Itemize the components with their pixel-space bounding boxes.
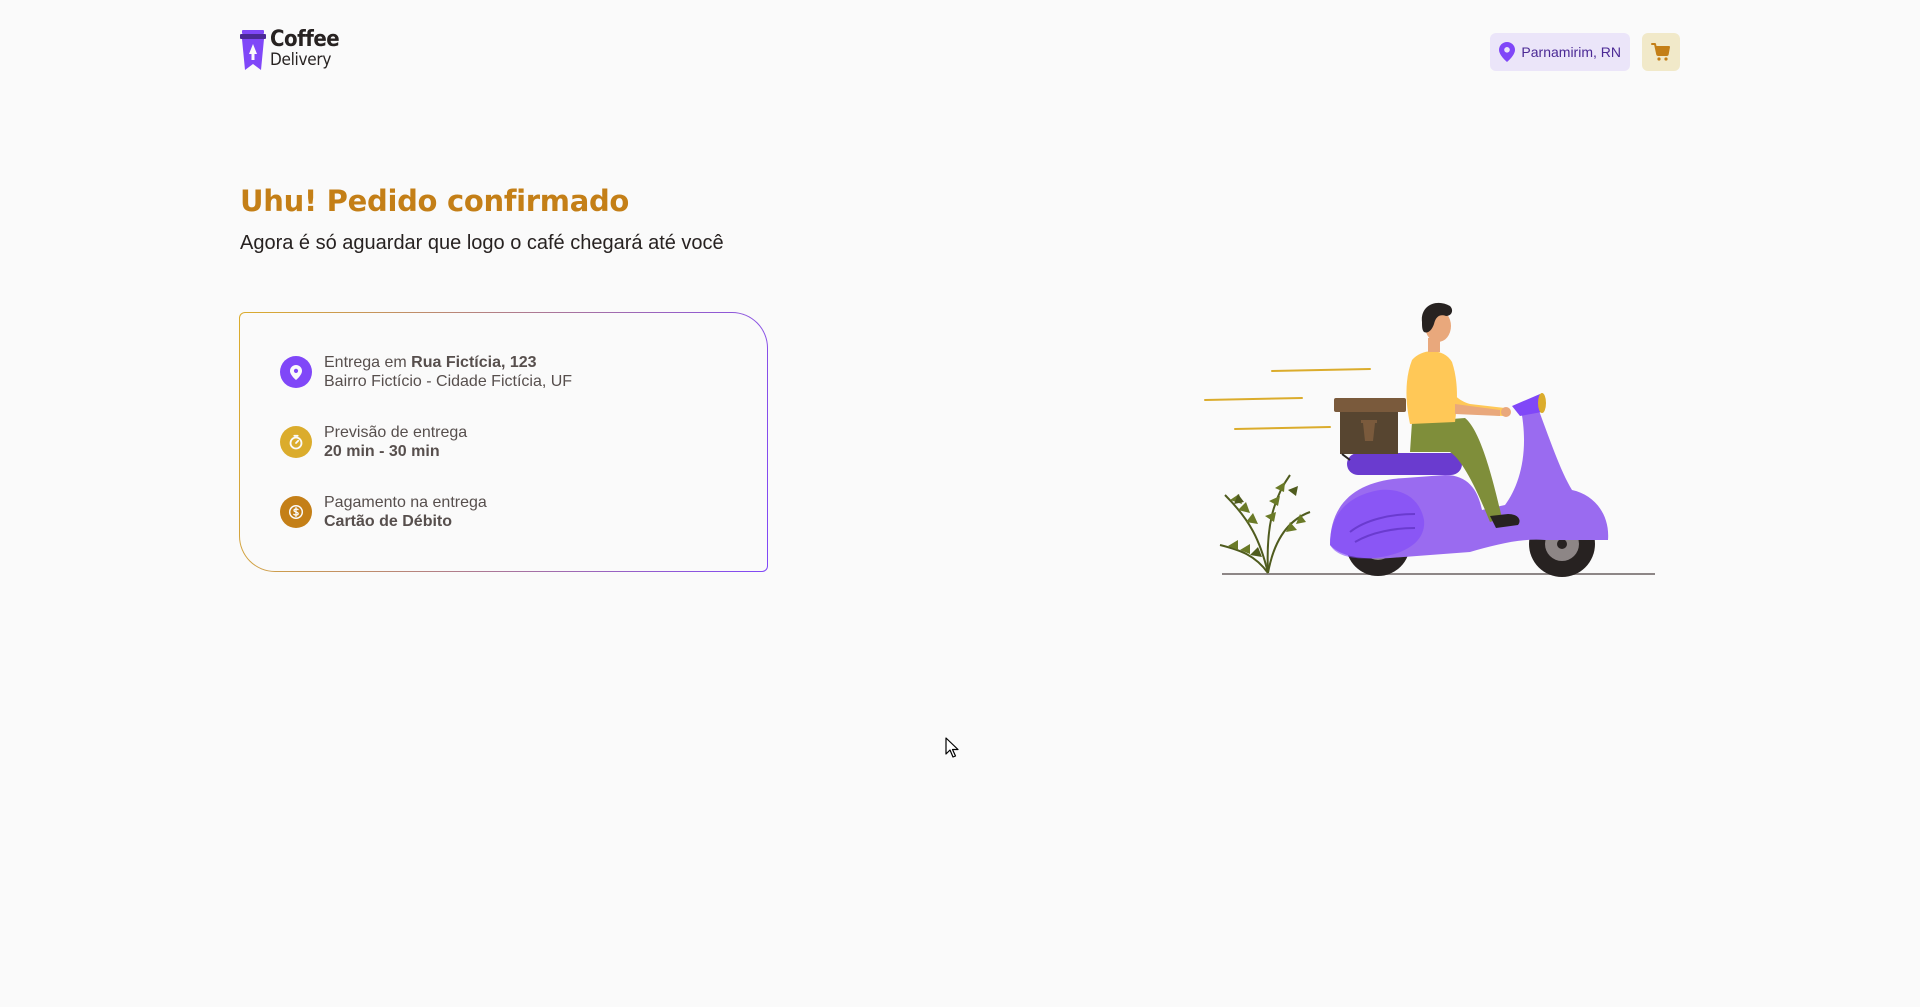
- payment-row: Pagamento na entrega Cartão de Débito: [280, 493, 767, 531]
- coffee-cup-logo-icon: [240, 30, 266, 70]
- mouse-cursor-icon: [945, 737, 959, 758]
- logo-line-2: Delivery: [270, 50, 332, 70]
- payment-value: Cartão de Débito: [324, 513, 453, 530]
- plant-icon: [1219, 474, 1311, 574]
- logo-line-1: Coffee: [270, 27, 340, 52]
- payment-value-wrap: Cartão de Débito: [324, 512, 487, 531]
- delivery-eta-text: Previsão de entrega 20 min - 30 min: [324, 423, 467, 461]
- eta-value-wrap: 20 min - 30 min: [324, 442, 467, 461]
- delivery-box: [1334, 398, 1406, 461]
- logo-text: Coffee Delivery: [270, 27, 340, 71]
- payment-label: Pagamento na entrega: [324, 494, 487, 511]
- delivery-eta-row: Previsão de entrega 20 min - 30 min: [280, 423, 767, 461]
- map-pin-icon: [1499, 42, 1516, 62]
- eta-value: 20 min - 30 min: [324, 443, 440, 460]
- delivery-address-row: Entrega em Rua Fictícia, 123 Bairro Fict…: [280, 353, 767, 391]
- location-badge[interactable]: Parnamirim, RN: [1490, 33, 1630, 71]
- delivery-prefix: Entrega em: [324, 354, 412, 371]
- app-header: Coffee Delivery Parnamirim, RN: [240, 27, 1680, 74]
- map-pin-icon: [280, 356, 312, 388]
- currency-dollar-icon: [280, 496, 312, 528]
- cart-button[interactable]: [1642, 33, 1680, 71]
- order-info-card: Entrega em Rua Fictícia, 123 Bairro Fict…: [239, 312, 768, 572]
- delivery-address: Rua Fictícia, 123: [411, 354, 537, 371]
- timer-icon: [280, 426, 312, 458]
- delivery-line-1: Entrega em Rua Fictícia, 123: [324, 353, 572, 372]
- logo[interactable]: Coffee Delivery: [240, 27, 340, 71]
- order-info-card-inner: Entrega em Rua Fictícia, 123 Bairro Fict…: [240, 313, 767, 571]
- eta-label: Previsão de entrega: [324, 424, 468, 441]
- delivery-area: Bairro Fictício - Cidade Fictícia, UF: [324, 373, 573, 390]
- page-title: Uhu! Pedido confirmado: [240, 184, 630, 218]
- location-text: Parnamirim, RN: [1521, 44, 1621, 60]
- shopping-cart-icon: [1651, 43, 1670, 61]
- payment-text: Pagamento na entrega Cartão de Débito: [324, 493, 487, 531]
- delivery-address-text: Entrega em Rua Fictícia, 123 Bairro Fict…: [324, 353, 572, 391]
- page-subtitle: Agora é só aguardar que logo o café cheg…: [240, 232, 724, 254]
- delivery-illustration: [1204, 302, 1655, 577]
